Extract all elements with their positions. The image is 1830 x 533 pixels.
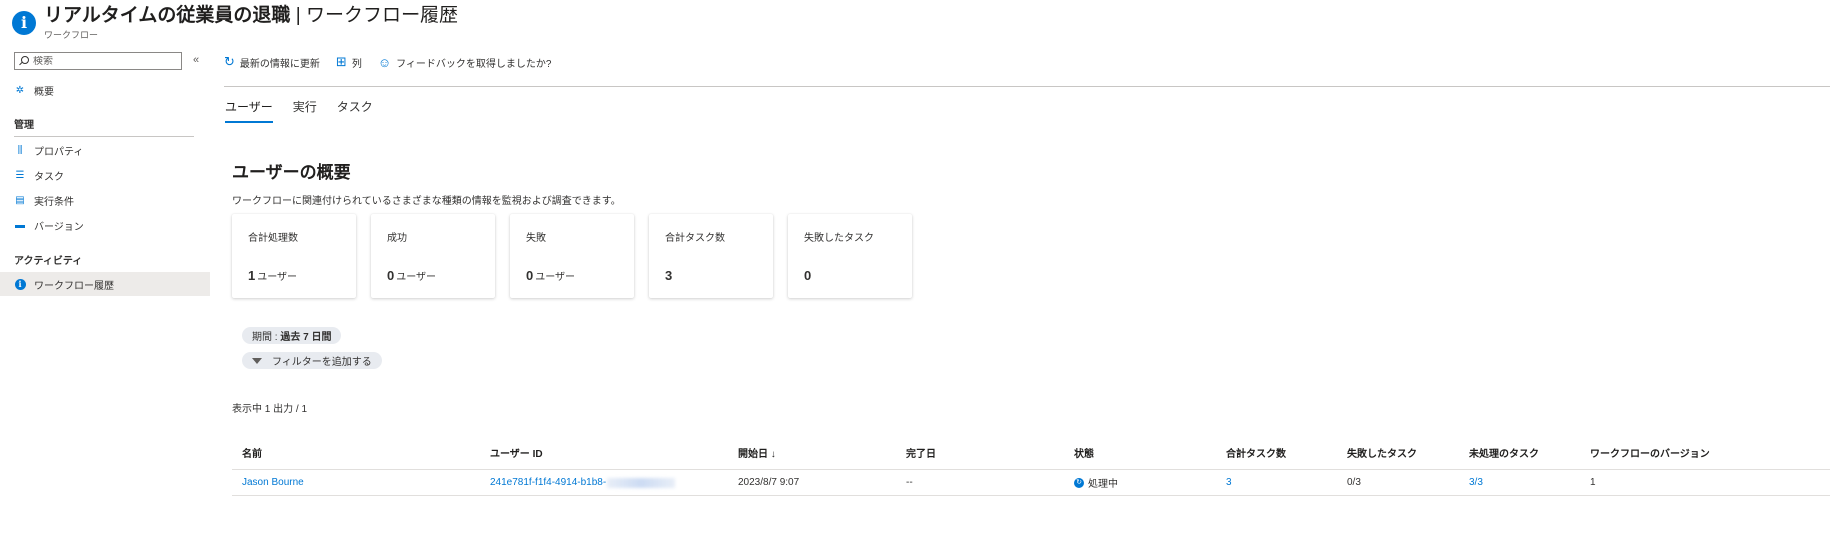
tab-tasks[interactable]: タスク bbox=[337, 98, 373, 123]
sidebar: « ✲ 概要 管理 ⫼ プロパティ ☰ タスク ▤ 実行条件 ▬ バージョン ア… bbox=[0, 52, 210, 533]
columns-button[interactable]: ⊞ 列 bbox=[336, 54, 362, 70]
start-date-cell: 2023/8/7 9:07 bbox=[738, 477, 800, 488]
status-cell: ↻ 処理中 bbox=[1074, 470, 1118, 495]
table-row[interactable]: Jason Bourne 241e781f-f1f4-4914-b1b8- 20… bbox=[232, 470, 1830, 496]
overview-icon: ✲ bbox=[15, 84, 25, 96]
column-header-pending-tasks[interactable]: 未処理のタスク bbox=[1469, 436, 1539, 469]
column-header-name[interactable]: 名前 bbox=[242, 436, 262, 469]
redacted-blur bbox=[607, 477, 676, 488]
sidebar-item-conditions[interactable]: ▤ 実行条件 bbox=[0, 188, 210, 212]
column-header-failed-tasks[interactable]: 失敗したタスク bbox=[1347, 436, 1417, 469]
summary-card-total-tasks: 合計タスク数 3 bbox=[649, 214, 773, 298]
info-icon: i bbox=[12, 11, 36, 35]
user-name-link[interactable]: Jason Bourne bbox=[242, 470, 304, 495]
workflow-version-cell: 1 bbox=[1590, 477, 1596, 488]
info-icon: i bbox=[14, 278, 26, 290]
versions-icon: ▬ bbox=[15, 219, 25, 231]
column-header-end-date[interactable]: 完了日 bbox=[906, 436, 936, 469]
columns-icon: ⊞ bbox=[335, 54, 347, 69]
table-header-row: 名前 ユーザー ID 開始日 ↓ 完了日 状態 合計タスク数 失敗したタスク 未… bbox=[232, 436, 1830, 470]
search-icon bbox=[19, 56, 29, 66]
page-header: i リアルタイムの従業員の退職 | ワークフロー履歴 ワークフロー bbox=[12, 4, 458, 40]
sidebar-item-tasks[interactable]: ☰ タスク bbox=[0, 163, 210, 187]
sidebar-item-versions[interactable]: ▬ バージョン bbox=[0, 213, 210, 237]
sidebar-item-workflow-history[interactable]: i ワークフロー履歴 bbox=[0, 272, 210, 296]
page-subtitle: ワークフロー bbox=[44, 30, 99, 40]
user-id-link[interactable]: 241e781f-f1f4-4914-b1b8- bbox=[490, 470, 676, 495]
summary-card-failed: 失敗 0 ユーザー bbox=[510, 214, 634, 298]
search-input[interactable] bbox=[33, 55, 173, 67]
period-filter-pill[interactable]: 期間 : 過去 7 日間 bbox=[242, 327, 342, 344]
column-header-start-date[interactable]: 開始日 ↓ bbox=[738, 436, 776, 469]
end-date-cell: -- bbox=[906, 477, 913, 488]
summary-description: ワークフローに関連付けられているさまざまな種類の情報を監視および調査できます。 bbox=[232, 196, 621, 207]
feedback-button[interactable]: ☺ フィードバックを取得しましたか? bbox=[378, 55, 552, 70]
column-header-workflow-version[interactable]: ワークフローのバージョン bbox=[1590, 436, 1710, 469]
task-list-icon: ☰ bbox=[15, 169, 25, 181]
more-options-button[interactable]: ··· bbox=[416, 6, 431, 20]
results-count: 表示中 1 出力 / 1 bbox=[232, 404, 308, 415]
document-icon: ▤ bbox=[15, 194, 25, 206]
summary-card-failed-tasks: 失敗したタスク 0 bbox=[788, 214, 912, 298]
page-title: リアルタイムの従業員の退職 | ワークフロー履歴 bbox=[44, 5, 458, 26]
column-header-total-tasks[interactable]: 合計タスク数 bbox=[1226, 436, 1286, 469]
summary-card-total-processed: 合計処理数 1 ユーザー bbox=[232, 214, 356, 298]
summary-cards: 合計処理数 1 ユーザー 成功 0 ユーザー 失敗 0 ユーザー 合計タスク数 3 失… bbox=[232, 214, 927, 298]
total-tasks-link[interactable]: 3 bbox=[1226, 470, 1232, 495]
collapse-sidebar-button[interactable]: « bbox=[193, 54, 199, 66]
properties-icon: ⫼ bbox=[17, 144, 23, 156]
feedback-icon: ☺ bbox=[377, 54, 392, 70]
users-table: 名前 ユーザー ID 開始日 ↓ 完了日 状態 合計タスク数 失敗したタスク 未… bbox=[232, 436, 1830, 496]
tab-users[interactable]: ユーザー bbox=[225, 98, 273, 123]
sidebar-section-manage: 管理 bbox=[14, 116, 194, 137]
filter-icon bbox=[252, 357, 262, 364]
sidebar-item-overview[interactable]: ✲ 概要 bbox=[0, 78, 210, 102]
sidebar-item-properties[interactable]: ⫼ プロパティ bbox=[0, 138, 210, 162]
sidebar-section-activity: アクティビティ bbox=[14, 252, 194, 273]
sidebar-search[interactable] bbox=[14, 52, 182, 70]
refresh-button[interactable]: ↻ 最新の情報に更新 bbox=[224, 54, 320, 70]
summary-card-success: 成功 0 ユーザー bbox=[371, 214, 495, 298]
failed-tasks-cell: 0/3 bbox=[1347, 477, 1361, 488]
command-bar: ↻ 最新の情報に更新 ⊞ 列 ☺ フィードバックを取得しましたか? bbox=[224, 52, 567, 72]
column-header-status[interactable]: 状態 bbox=[1074, 436, 1094, 469]
in-progress-icon: ↻ bbox=[1074, 477, 1084, 488]
tab-bar: ユーザー 実行 タスク bbox=[225, 98, 393, 123]
column-header-user-id[interactable]: ユーザー ID bbox=[490, 436, 543, 469]
refresh-icon: ↻ bbox=[224, 54, 235, 69]
tab-runs[interactable]: 実行 bbox=[293, 98, 317, 123]
pending-tasks-link[interactable]: 3/3 bbox=[1469, 470, 1483, 495]
toolbar-divider bbox=[224, 86, 1830, 87]
summary-title: ユーザーの概要 bbox=[232, 163, 351, 182]
add-filter-button[interactable]: フィルターを追加する bbox=[242, 352, 382, 369]
